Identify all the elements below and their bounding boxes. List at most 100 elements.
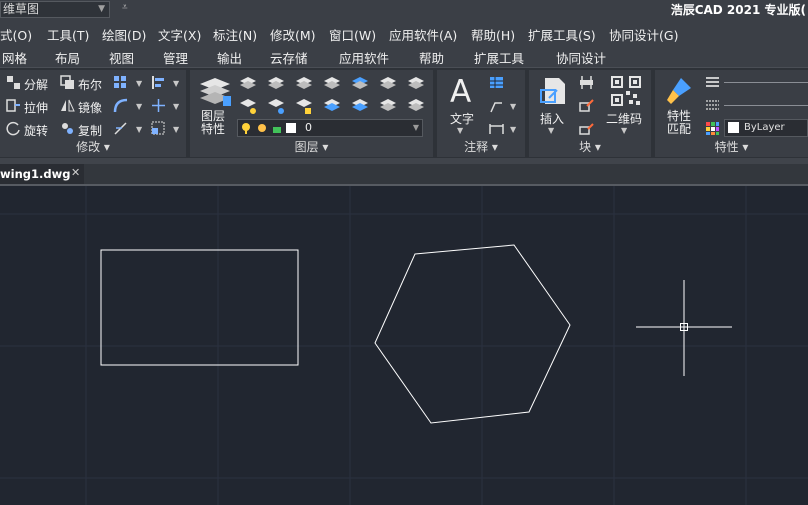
layer-properties-button[interactable]: 图层 特性 xyxy=(201,110,225,136)
mirror-icon xyxy=(61,99,75,112)
panel-annotation-label[interactable]: 注释 ▾ xyxy=(437,138,525,155)
tab-collaboration[interactable]: 协同设计 xyxy=(556,48,606,67)
chevron-down-icon[interactable]: ▼ xyxy=(173,102,179,111)
menu-bar: 式(O) 工具(T) 绘图(D) 文字(X) 标注(N) 修改(M) 窗口(W)… xyxy=(0,20,808,45)
chevron-down-icon[interactable]: ▼ xyxy=(136,79,142,88)
menu-window[interactable]: 窗口(W) xyxy=(329,25,376,44)
menu-help[interactable]: 帮助(H) xyxy=(471,25,515,44)
color-select[interactable]: ByLayer xyxy=(724,119,808,137)
stretch-icon xyxy=(6,99,20,112)
menu-apps[interactable]: 应用软件(A) xyxy=(389,25,457,44)
trim-icon xyxy=(114,122,127,135)
insert-button[interactable]: 插入 xyxy=(540,110,564,127)
quick-access-dropdown-icon[interactable]: ⩡ xyxy=(122,2,128,13)
layer-state-icons xyxy=(242,123,296,134)
leader-icon[interactable] xyxy=(489,98,504,113)
copy-button[interactable]: 复制 xyxy=(78,122,102,139)
edit-block-icon[interactable] xyxy=(579,98,594,113)
workspace-select[interactable]: 维草图 ▼ xyxy=(0,1,110,18)
menu-modify[interactable]: 修改(M) xyxy=(270,25,316,44)
scale-icon xyxy=(151,121,165,135)
boolean-button[interactable]: 布尔 xyxy=(78,76,102,93)
linetype-icon[interactable] xyxy=(705,98,720,113)
match-properties-icon xyxy=(667,78,691,104)
move-icon xyxy=(152,99,165,112)
chevron-down-icon[interactable]: ▼ xyxy=(548,126,554,135)
rotate-button[interactable]: 旋转 xyxy=(24,122,48,139)
qr-code-button[interactable]: 二维码 xyxy=(606,110,642,127)
menu-collaboration[interactable]: 协同设计(G) xyxy=(609,25,678,44)
linetype-combo[interactable] xyxy=(724,105,808,106)
chevron-down-icon[interactable]: ▼ xyxy=(136,102,142,111)
panel-properties: 特性 匹配 ByLayer 特性 ▾ xyxy=(655,70,808,157)
menu-tools[interactable]: 工具(T) xyxy=(47,25,89,44)
ribbon: 分解 布尔 ▼ ▼ 拉伸 镜像 ▼ ▼ 旋转 复制 ▼ ▼ 修改 ▾ 图层 特性… xyxy=(0,67,808,159)
color-palette-icon[interactable] xyxy=(705,121,720,136)
tab-view[interactable]: 视图 xyxy=(109,48,134,67)
tab-manage[interactable]: 管理 xyxy=(163,48,188,67)
chevron-down-icon[interactable]: ▼ xyxy=(621,126,627,135)
crosshair-cursor xyxy=(636,280,732,376)
document-tab[interactable]: wing1.dwg ✕ xyxy=(0,164,84,184)
panel-block-label[interactable]: 块 ▾ xyxy=(529,138,651,155)
stretch-button[interactable]: 拉伸 xyxy=(24,99,48,116)
tab-output[interactable]: 输出 xyxy=(217,48,242,67)
menu-dimension[interactable]: 标注(N) xyxy=(213,25,257,44)
drawing-canvas[interactable] xyxy=(0,186,808,505)
attribute-icon[interactable] xyxy=(579,121,594,136)
chevron-down-icon[interactable]: ▼ xyxy=(510,102,516,111)
layer-select[interactable]: 0 ▼ xyxy=(237,119,423,137)
boolean-icon xyxy=(60,75,74,89)
tab-help[interactable]: 帮助 xyxy=(419,48,444,67)
create-block-icon[interactable] xyxy=(579,75,594,90)
menu-draw[interactable]: 绘图(D) xyxy=(102,25,146,44)
chevron-down-icon: ▼ xyxy=(98,4,105,14)
tab-layout[interactable]: 布局 xyxy=(55,48,80,67)
document-tab-label: wing1.dwg xyxy=(0,167,71,181)
color-select-value: ByLayer xyxy=(744,122,785,133)
chevron-down-icon[interactable]: ▼ xyxy=(173,79,179,88)
text-button[interactable]: 文字 xyxy=(450,110,474,127)
tab-extensions[interactable]: 扩展工具 xyxy=(474,48,524,67)
panel-properties-label[interactable]: 特性 ▾ xyxy=(655,138,808,155)
workspace-select-value: 维草图 xyxy=(3,2,40,16)
align-icon xyxy=(152,76,164,89)
mirror-button[interactable]: 镜像 xyxy=(78,99,102,116)
qr-code-icon xyxy=(611,76,641,106)
table-icon[interactable] xyxy=(489,75,504,90)
explode-icon xyxy=(7,76,20,89)
chevron-down-icon[interactable]: ▼ xyxy=(173,125,179,134)
lineweight-combo[interactable] xyxy=(724,82,808,83)
panel-layers-label[interactable]: 图层 ▾ xyxy=(190,138,433,155)
chevron-down-icon[interactable]: ▼ xyxy=(510,125,516,134)
rectangle-entity[interactable] xyxy=(100,249,299,366)
tab-apps[interactable]: 应用软件 xyxy=(339,48,389,67)
panel-block: 插入 ▼ 二维码 ▼ 块 ▾ xyxy=(529,70,651,157)
document-tab-strip: wing1.dwg ✕ xyxy=(0,164,808,186)
tab-cloud-storage[interactable]: 云存储 xyxy=(270,48,308,67)
hexagon-entity[interactable] xyxy=(374,244,571,424)
app-title: 浩辰CAD 2021 专业版( xyxy=(670,3,806,17)
copy-icon xyxy=(62,123,73,134)
model-space[interactable] xyxy=(0,186,808,505)
rotate-icon xyxy=(6,121,20,136)
panel-modify-label[interactable]: 修改 ▾ xyxy=(0,138,186,155)
explode-button[interactable]: 分解 xyxy=(24,76,48,93)
title-bar: 维草图 ▼ ⩡ 浩辰CAD 2021 专业版( xyxy=(0,0,808,20)
layer-tools-grid[interactable] xyxy=(238,75,424,117)
chevron-down-icon[interactable]: ▼ xyxy=(457,126,463,135)
lineweight-icon[interactable] xyxy=(705,75,720,90)
match-properties-button[interactable]: 特性 匹配 xyxy=(667,110,691,136)
tab-mesh[interactable]: 网格 xyxy=(2,48,27,67)
menu-format[interactable]: 式(O) xyxy=(0,25,32,44)
chevron-down-icon[interactable]: ▼ xyxy=(136,125,142,134)
fillet-icon xyxy=(113,98,128,113)
close-icon[interactable]: ✕ xyxy=(71,166,80,179)
panel-annotation: A 文字 ▼ ▼ ▼ 注释 ▾ xyxy=(437,70,525,157)
dimension-icon[interactable] xyxy=(489,121,504,136)
layer-properties-icon xyxy=(200,78,231,106)
menu-text[interactable]: 文字(X) xyxy=(158,25,201,44)
insert-block-icon xyxy=(540,78,565,104)
menu-extensions[interactable]: 扩展工具(S) xyxy=(528,25,596,44)
color-swatch xyxy=(728,122,739,133)
